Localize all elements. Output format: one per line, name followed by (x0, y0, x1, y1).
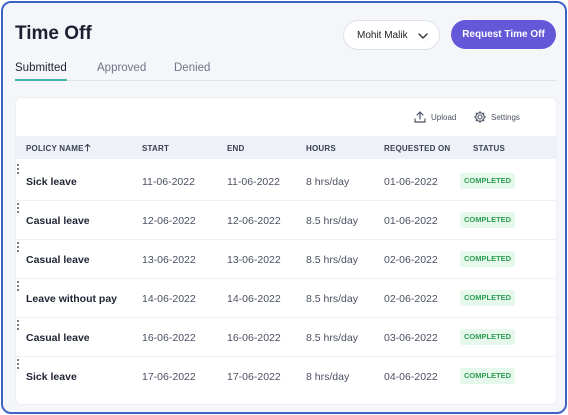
time-off-table-card: Upload Settings POLICY NAME START END HO… (15, 97, 557, 405)
start-date: 11-06-2022 (142, 176, 195, 188)
policy-name: Sick leave (26, 371, 77, 383)
hours: 8 hrs/day (306, 371, 350, 383)
kebab-menu-icon[interactable] (16, 358, 20, 370)
policy-name: Sick leave (26, 176, 77, 188)
status-badge: COMPLETED (460, 329, 516, 345)
status-badge: COMPLETED (460, 290, 516, 306)
column-hours: HOURS (306, 144, 336, 153)
end-date: 14-06-2022 (227, 293, 281, 305)
kebab-menu-icon[interactable] (16, 280, 20, 292)
hours: 8 hrs/day (306, 176, 350, 188)
table-row[interactable]: Sick leave 11-06-2022 11-06-2022 8 hrs/d… (16, 162, 556, 201)
end-date: 11-06-2022 (227, 176, 280, 188)
tab-submitted[interactable]: Submitted (15, 62, 67, 81)
column-end: END (227, 144, 245, 153)
column-start: START (142, 144, 170, 153)
requested-on: 02-06-2022 (384, 254, 438, 266)
tab-denied[interactable]: Denied (174, 62, 210, 81)
table-row[interactable]: Leave without pay 14-06-2022 14-06-2022 … (16, 279, 556, 318)
column-requested-on: REQUESTED ON (384, 144, 451, 153)
page-title: Time Off (15, 23, 92, 44)
hours: 8.5 hrs/day (306, 215, 358, 227)
table-row[interactable]: Casual leave 12-06-2022 12-06-2022 8.5 h… (16, 201, 556, 240)
policy-name: Casual leave (26, 215, 90, 227)
hours: 8.5 hrs/day (306, 254, 358, 266)
kebab-menu-icon[interactable] (16, 319, 20, 331)
policy-name: Leave without pay (26, 293, 118, 305)
upload-label: Upload (431, 112, 457, 122)
status-badge: COMPLETED (460, 212, 516, 228)
user-select-value: Mohit Malik (357, 29, 408, 41)
requested-on: 01-06-2022 (384, 176, 438, 188)
settings-label: Settings (491, 112, 520, 122)
status-badge: COMPLETED (460, 173, 516, 189)
tab-approved[interactable]: Approved (97, 62, 146, 81)
end-date: 13-06-2022 (227, 254, 281, 266)
upload-icon (414, 111, 426, 123)
start-date: 13-06-2022 (142, 254, 196, 266)
gear-icon (473, 110, 487, 124)
policy-name: Casual leave (26, 332, 90, 344)
tab-bar: Submitted Approved Denied (15, 62, 557, 81)
end-date: 16-06-2022 (227, 332, 281, 344)
table-row[interactable]: Casual leave 16-06-2022 16-06-2022 8.5 h… (16, 318, 556, 357)
table-header: POLICY NAME START END HOURS REQUESTED ON… (16, 136, 556, 159)
policy-name: Casual leave (26, 254, 90, 266)
requested-on: 01-06-2022 (384, 215, 438, 227)
start-date: 17-06-2022 (142, 371, 196, 383)
requested-on: 02-06-2022 (384, 293, 438, 305)
hours: 8.5 hrs/day (306, 332, 358, 344)
column-policy-label: POLICY NAME (26, 144, 84, 153)
column-status: STATUS (473, 144, 506, 153)
status-badge: COMPLETED (460, 251, 516, 267)
request-time-off-button[interactable]: Request Time Off (451, 20, 556, 49)
status-badge: COMPLETED (460, 368, 516, 384)
kebab-menu-icon[interactable] (16, 163, 20, 175)
kebab-menu-icon[interactable] (16, 202, 20, 214)
sort-up-arrow-icon[interactable] (84, 143, 91, 152)
start-date: 14-06-2022 (142, 293, 196, 305)
kebab-menu-icon[interactable] (16, 241, 20, 253)
start-date: 12-06-2022 (142, 215, 196, 227)
chevron-down-icon (418, 33, 428, 39)
column-policy-name[interactable]: POLICY NAME (26, 144, 84, 153)
hours: 8.5 hrs/day (306, 293, 358, 305)
table-row[interactable]: Sick leave 17-06-2022 17-06-2022 8 hrs/d… (16, 357, 556, 396)
settings-button[interactable]: Settings (473, 110, 520, 124)
app-window: Time Off Mohit Malik Request Time Off Su… (1, 1, 567, 414)
requested-on: 04-06-2022 (384, 371, 438, 383)
end-date: 12-06-2022 (227, 215, 281, 227)
end-date: 17-06-2022 (227, 371, 281, 383)
requested-on: 03-06-2022 (384, 332, 438, 344)
upload-button[interactable]: Upload (413, 110, 456, 124)
user-select-dropdown[interactable]: Mohit Malik (343, 20, 440, 50)
start-date: 16-06-2022 (142, 332, 196, 344)
table-row[interactable]: Casual leave 13-06-2022 13-06-2022 8.5 h… (16, 240, 556, 279)
